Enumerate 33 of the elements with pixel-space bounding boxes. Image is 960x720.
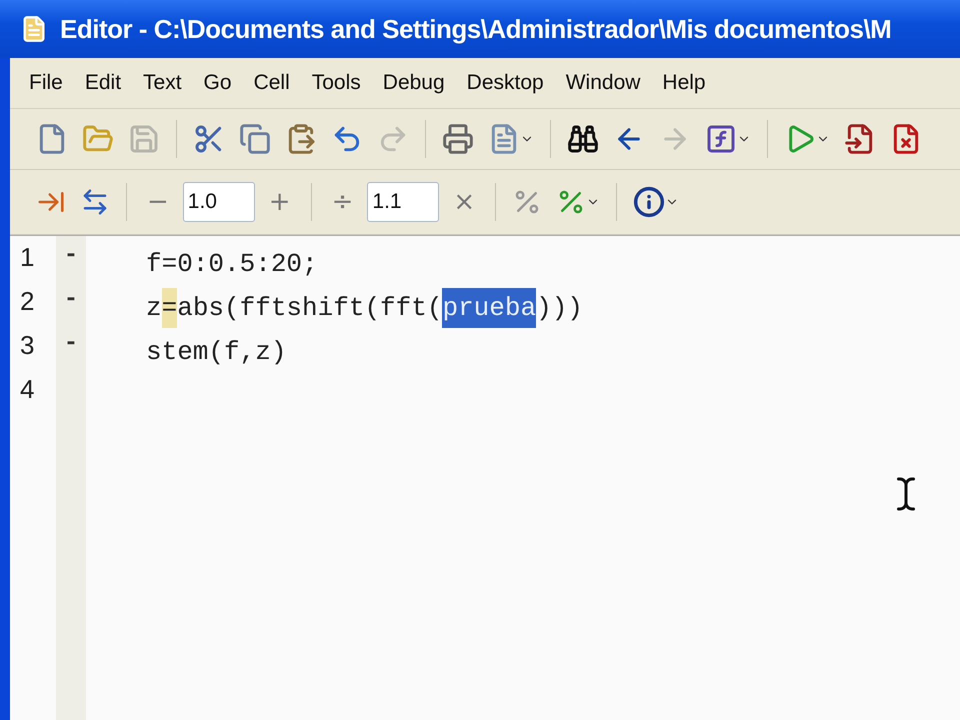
code-line: z=abs(fftshift(fft(prueba))) — [86, 286, 960, 330]
plus-button[interactable]: + — [260, 187, 299, 217]
menu-item[interactable]: Desktop — [458, 67, 553, 99]
window-title: Editor - C:\Documents and Settings\Administrador\Mis documentos\M — [60, 14, 892, 44]
menu-item[interactable]: Edit — [76, 67, 130, 99]
code-line: stem(f,z) — [145, 336, 288, 369]
line-number: 3 — [19, 330, 36, 362]
menu-item[interactable]: Cell — [244, 67, 299, 99]
line-marker: - — [62, 330, 80, 359]
menu-item[interactable]: Window — [556, 67, 650, 99]
menu-item[interactable]: File — [20, 67, 72, 99]
value-field[interactable]: 1.1 — [367, 182, 440, 222]
menu-item[interactable]: Text — [134, 67, 191, 99]
line-marker: - — [62, 242, 80, 271]
menu-item[interactable]: Go — [194, 67, 241, 99]
line-number: 1 — [19, 242, 36, 274]
line-number: 4 — [19, 374, 36, 406]
multiply-button[interactable]: × — [445, 187, 484, 217]
save-icon — [128, 123, 160, 155]
printer-icon — [442, 123, 474, 155]
binoculars-icon — [567, 123, 599, 155]
code-line: f=0:0.5:20; — [145, 248, 319, 281]
divide-button[interactable]: ÷ — [324, 187, 362, 217]
value-field[interactable]: 1.0 — [182, 182, 255, 222]
menu-item[interactable]: Help — [653, 67, 715, 99]
info-icon — [633, 186, 666, 218]
line-number: 2 — [19, 286, 36, 318]
function-icon — [705, 123, 737, 155]
minus-button[interactable]: − — [139, 187, 177, 217]
line-marker: - — [62, 286, 80, 315]
menu-item[interactable]: Debug — [374, 67, 454, 99]
menu-item[interactable]: Tools — [302, 67, 370, 99]
copy-icon — [239, 123, 271, 155]
